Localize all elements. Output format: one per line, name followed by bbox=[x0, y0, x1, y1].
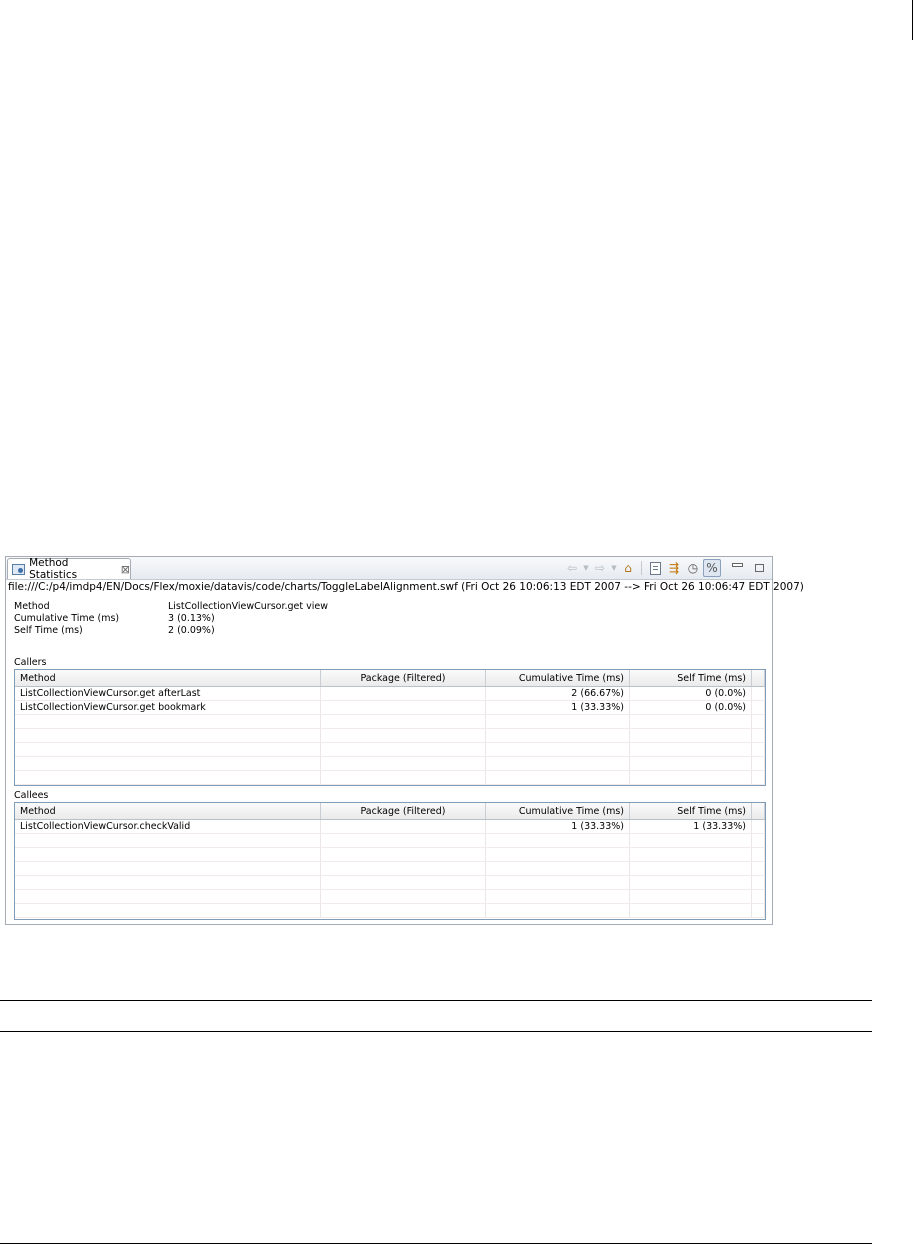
back-dropdown-icon[interactable]: ▼ bbox=[582, 564, 590, 572]
callers-title: Callers bbox=[14, 657, 47, 668]
toolbar-separator bbox=[641, 561, 642, 575]
empty-row bbox=[15, 904, 765, 918]
percentage-toggle-icon[interactable]: % bbox=[703, 559, 721, 577]
empty-row bbox=[15, 890, 765, 904]
empty-row bbox=[15, 862, 765, 876]
back-arrow-icon[interactable]: ⇦ bbox=[563, 559, 581, 577]
caller-method: ListCollectionViewCursor.get bookmark bbox=[15, 701, 321, 714]
summary-row-cumulative: Cumulative Time (ms) 3 (0.13%) bbox=[14, 613, 328, 625]
tab-label: Method Statistics bbox=[29, 557, 78, 581]
tab-method-statistics[interactable]: Method Statistics ⊠ bbox=[7, 557, 131, 581]
caller-self: 0 (0.0%) bbox=[630, 701, 752, 714]
caller-package bbox=[321, 687, 486, 700]
caller-cumulative: 1 (33.33%) bbox=[486, 701, 630, 714]
summary-cumulative-label: Cumulative Time (ms) bbox=[14, 613, 120, 624]
callee-cumulative: 1 (33.33%) bbox=[486, 820, 630, 833]
callees-table: Method Package (Filtered) Cumulative Tim… bbox=[14, 802, 766, 920]
home-icon[interactable]: ⌂ bbox=[619, 559, 637, 577]
caller-self: 0 (0.0%) bbox=[630, 687, 752, 700]
summary-row-method: Method ListCollectionViewCursor.get view bbox=[14, 601, 328, 613]
table-row[interactable]: ListCollectionViewCursor.checkValid 1 (3… bbox=[15, 820, 765, 834]
callees-table-header: Method Package (Filtered) Cumulative Tim… bbox=[15, 803, 765, 820]
callers-col-cumulative[interactable]: Cumulative Time (ms) bbox=[486, 670, 630, 686]
callees-col-method[interactable]: Method bbox=[15, 803, 321, 819]
callee-method: ListCollectionViewCursor.checkValid bbox=[15, 820, 321, 833]
summary-method-label: Method bbox=[14, 601, 50, 612]
method-statistics-view: Method Statistics ⊠ ⇦ ▼ ⇨ ▼ ⌂ ⇶ ◷ % file… bbox=[5, 556, 804, 925]
filter-icon[interactable]: ⇶ bbox=[665, 559, 683, 577]
page-edge-marker bbox=[912, 0, 913, 40]
empty-row bbox=[15, 785, 765, 786]
view-header: Method Statistics ⊠ ⇦ ▼ ⇨ ▼ ⌂ ⇶ ◷ % bbox=[6, 557, 772, 581]
empty-row bbox=[15, 757, 765, 771]
maximize-icon[interactable] bbox=[750, 559, 768, 577]
callers-col-filler bbox=[752, 670, 765, 686]
callers-table: Method Package (Filtered) Cumulative Tim… bbox=[14, 669, 766, 786]
summary-method-value: ListCollectionViewCursor.get view bbox=[168, 601, 329, 612]
method-statistics-icon bbox=[12, 563, 26, 575]
table-row[interactable]: ListCollectionViewCursor.get afterLast 2… bbox=[15, 687, 765, 701]
callees-col-package[interactable]: Package (Filtered) bbox=[321, 803, 486, 819]
empty-row bbox=[15, 848, 765, 862]
callee-self: 1 (33.33%) bbox=[630, 820, 752, 833]
forward-dropdown-icon[interactable]: ▼ bbox=[610, 564, 618, 572]
forward-arrow-icon[interactable]: ⇨ bbox=[591, 559, 609, 577]
summary-row-self: Self Time (ms) 2 (0.09%) bbox=[14, 625, 328, 637]
callees-col-self[interactable]: Self Time (ms) bbox=[630, 803, 752, 819]
caller-package bbox=[321, 701, 486, 714]
callees-col-cumulative[interactable]: Cumulative Time (ms) bbox=[486, 803, 630, 819]
view-toolbar: ⇦ ▼ ⇨ ▼ ⌂ ⇶ ◷ % bbox=[563, 559, 768, 577]
empty-row bbox=[15, 715, 765, 729]
divider-line bbox=[0, 1000, 872, 1001]
divider-line bbox=[0, 1243, 872, 1244]
callees-col-filler bbox=[752, 803, 765, 819]
summary-self-label: Self Time (ms) bbox=[14, 625, 83, 636]
callers-col-self[interactable]: Self Time (ms) bbox=[630, 670, 752, 686]
table-row[interactable]: ListCollectionViewCursor.get bookmark 1 … bbox=[15, 701, 765, 715]
empty-row bbox=[15, 729, 765, 743]
profile-file-path: file:///C:/p4/imdp4/EN/Docs/Flex/moxie/d… bbox=[8, 581, 804, 593]
window-controls bbox=[728, 559, 768, 577]
method-summary: Method ListCollectionViewCursor.get view… bbox=[14, 601, 328, 637]
empty-row bbox=[15, 771, 765, 785]
callees-title: Callees bbox=[14, 790, 49, 801]
callers-col-method[interactable]: Method bbox=[15, 670, 321, 686]
summary-self-value: 2 (0.09%) bbox=[168, 625, 215, 636]
save-snapshot-icon[interactable]: ◷ bbox=[684, 559, 702, 577]
callee-package bbox=[321, 820, 486, 833]
caller-cumulative: 2 (66.67%) bbox=[486, 687, 630, 700]
callers-col-package[interactable]: Package (Filtered) bbox=[321, 670, 486, 686]
summary-cumulative-value: 3 (0.13%) bbox=[168, 613, 215, 624]
close-icon[interactable]: ⊠ bbox=[121, 563, 130, 576]
empty-row bbox=[15, 834, 765, 848]
minimize-icon[interactable] bbox=[728, 559, 746, 577]
caller-method: ListCollectionViewCursor.get afterLast bbox=[15, 687, 321, 700]
empty-row bbox=[15, 743, 765, 757]
callers-table-header: Method Package (Filtered) Cumulative Tim… bbox=[15, 670, 765, 687]
open-source-icon[interactable] bbox=[646, 559, 664, 577]
divider-line bbox=[0, 1031, 872, 1032]
empty-row bbox=[15, 876, 765, 890]
